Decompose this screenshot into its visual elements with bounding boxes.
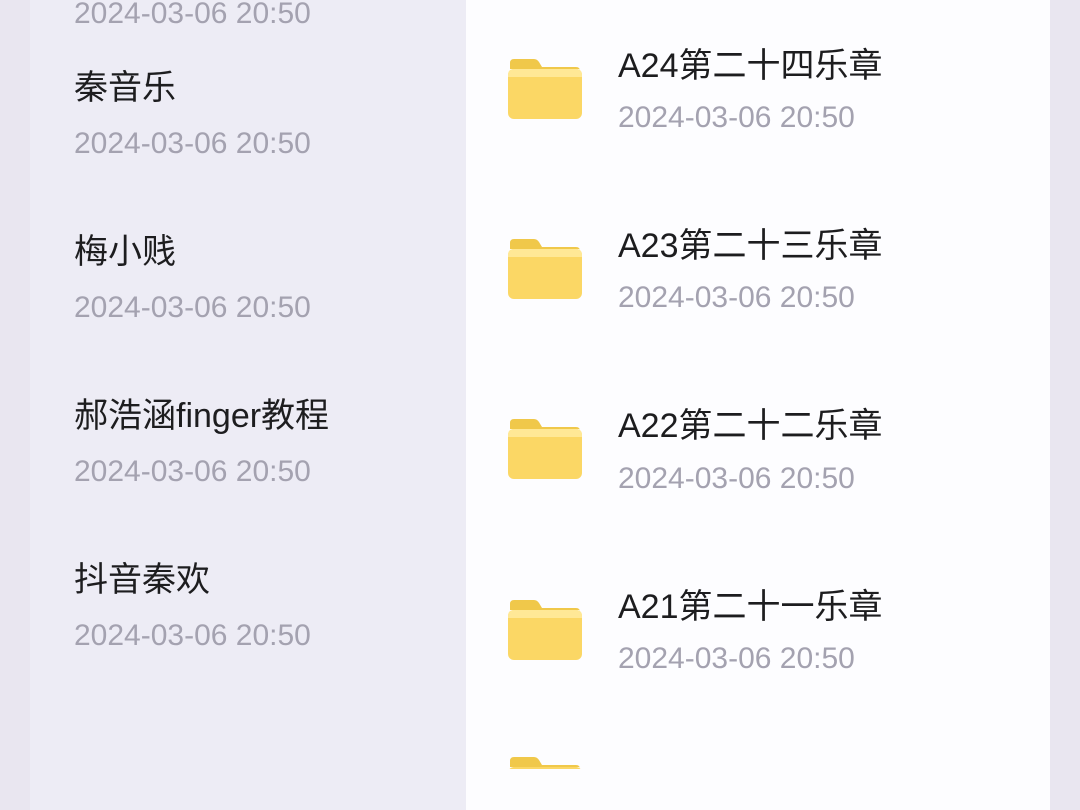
- folder-item[interactable]: A24第二十四乐章 2024-03-06 20:50: [466, 0, 1050, 180]
- item-title: 秦音乐: [74, 66, 446, 112]
- folder-text: A23第二十三乐章 2024-03-06 20:50: [618, 224, 1020, 316]
- folder-date: 2024-03-06 20:50: [618, 100, 1020, 136]
- folder-item[interactable]: A22第二十二乐章 2024-03-06 20:50: [466, 360, 1050, 540]
- folder-list: A24第二十四乐章 2024-03-06 20:50 A23第二十三乐章 202…: [466, 0, 1050, 810]
- folder-item[interactable]: A23第二十三乐章 2024-03-06 20:50: [466, 180, 1050, 360]
- item-date: 2024-03-06 20:50: [74, 0, 446, 32]
- item-title: 郝浩涵finger教程: [74, 394, 446, 440]
- file-browser: 2024-03-06 20:50 秦音乐 2024-03-06 20:50 梅小…: [0, 0, 1080, 810]
- folder-date: 2024-03-06 20:50: [618, 641, 1020, 677]
- folder-title: A24第二十四乐章: [618, 44, 1020, 88]
- folder-date: 2024-03-06 20:50: [618, 280, 1020, 316]
- folder-item[interactable]: [466, 721, 1050, 769]
- list-item[interactable]: 秦音乐 2024-03-06 20:50: [70, 32, 466, 196]
- folder-icon: [506, 239, 584, 301]
- item-title: 抖音秦欢: [74, 558, 446, 604]
- folder-title: A23第二十三乐章: [618, 224, 1020, 268]
- folder-title: A22第二十二乐章: [618, 404, 1020, 448]
- folder-icon: [506, 419, 584, 481]
- item-date: 2024-03-06 20:50: [74, 454, 446, 490]
- folder-item[interactable]: A21第二十一乐章 2024-03-06 20:50: [466, 541, 1050, 721]
- folder-date: 2024-03-06 20:50: [618, 461, 1020, 497]
- list-item[interactable]: 2024-03-06 20:50: [70, 0, 466, 32]
- list-item[interactable]: 郝浩涵finger教程 2024-03-06 20:50: [70, 360, 466, 524]
- folder-text: A22第二十二乐章 2024-03-06 20:50: [618, 404, 1020, 496]
- folder-title: A21第二十一乐章: [618, 585, 1020, 629]
- item-date: 2024-03-06 20:50: [74, 290, 446, 326]
- item-date: 2024-03-06 20:50: [74, 618, 446, 654]
- list-item[interactable]: 抖音秦欢 2024-03-06 20:50: [70, 524, 466, 688]
- sidebar-list: 2024-03-06 20:50 秦音乐 2024-03-06 20:50 梅小…: [30, 0, 466, 810]
- folder-icon: [506, 757, 584, 769]
- folder-icon: [506, 600, 584, 662]
- folder-icon: [506, 59, 584, 121]
- item-date: 2024-03-06 20:50: [74, 126, 446, 162]
- list-item[interactable]: 梅小贱 2024-03-06 20:50: [70, 196, 466, 360]
- folder-text: A21第二十一乐章 2024-03-06 20:50: [618, 585, 1020, 677]
- folder-text: A24第二十四乐章 2024-03-06 20:50: [618, 44, 1020, 136]
- item-title: 梅小贱: [74, 230, 446, 276]
